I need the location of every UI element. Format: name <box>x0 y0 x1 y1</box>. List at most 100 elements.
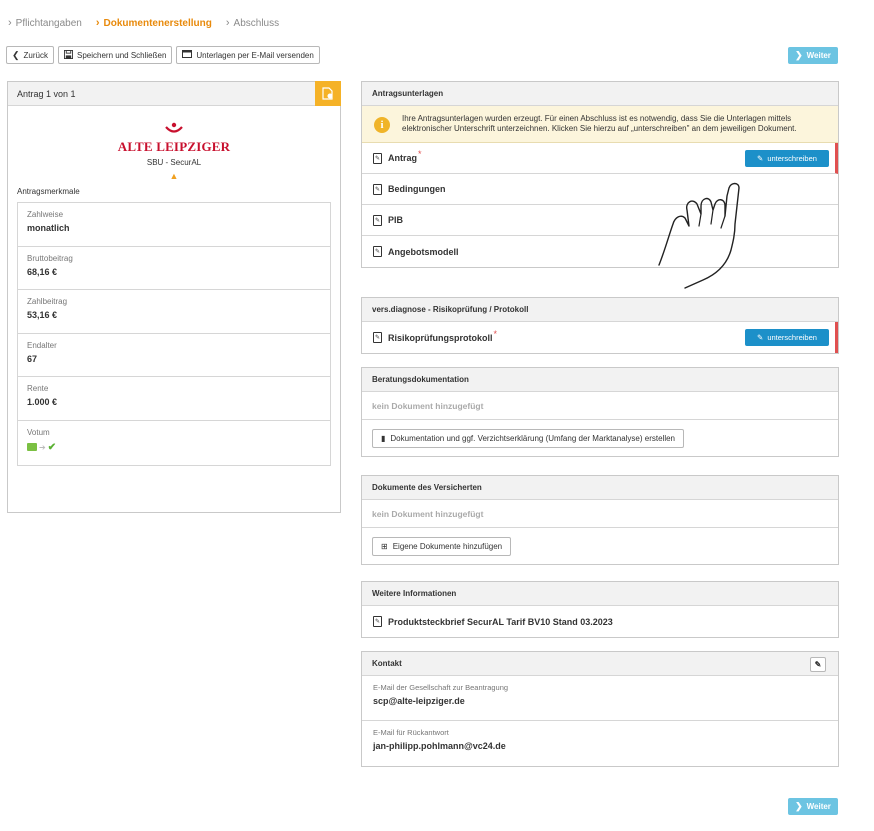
contact-item: E-Mail der Gesellschaft zur Beantragung … <box>362 676 838 721</box>
list-item: Votum ➔ ✔ <box>18 421 330 465</box>
section-label: Antragsmerkmale <box>17 187 80 196</box>
alte-leipziger-mark-icon <box>8 122 340 135</box>
sign-button[interactable]: ✎ unterschreiben <box>745 329 829 346</box>
contact-label: E-Mail der Gesellschaft zur Beantragung <box>373 683 509 692</box>
application-attributes-list: Zahlweise monatlich Bruttobeitrag 68,16 … <box>17 202 331 466</box>
contact-panel: Kontakt ✎ E-Mail der Gesellschaft zur Be… <box>361 651 839 767</box>
button-label: Eigene Dokumente hinzufügen <box>392 541 503 551</box>
required-marker: * <box>418 149 422 159</box>
chevron-right-icon: › <box>225 17 230 29</box>
underwriting-status-icon <box>27 443 37 452</box>
attribute-value: 68,16 € <box>27 266 58 277</box>
attribute-label: Bruttobeitrag <box>27 253 73 263</box>
document-row-antrag[interactable]: ✎ Antrag * ✎ unterschreiben <box>362 143 838 174</box>
documents-icon: ▮ <box>381 433 386 443</box>
panel-title: Beratungsdokumentation <box>362 368 838 392</box>
document-name: Risikoprüfungsprotokoll <box>388 332 493 343</box>
risk-assessment-panel: vers.diagnose - Risikoprüfung / Protokol… <box>361 297 839 354</box>
step-label: Abschluss <box>233 17 280 29</box>
panel-header: Kontakt ✎ <box>362 652 838 676</box>
application-summary-panel: Antrag 1 von 1 ALTE LEIPZIGER SBU - Secu… <box>7 81 341 513</box>
document-edit-icon[interactable] <box>315 81 341 106</box>
warning-icon: ▲ <box>169 171 179 181</box>
attribute-value: 53,16 € <box>27 310 58 321</box>
attribute-value: 67 <box>27 353 38 364</box>
panel-title: vers.diagnose - Risikoprüfung / Protokol… <box>362 298 838 322</box>
pdf-icon: ✎ <box>373 152 382 164</box>
chevron-right-icon: › <box>95 17 100 29</box>
pencil-icon: ✎ <box>814 660 822 669</box>
chevron-right-icon: › <box>8 17 12 29</box>
contact-value: jan-philipp.pohlmann@vc24.de <box>373 741 506 751</box>
action-row: ▮ Dokumentation und ggf. Verzichtserklär… <box>362 420 838 456</box>
list-item: Rente 1.000 € <box>18 377 330 421</box>
consultation-documentation-panel: Beratungsdokumentation kein Dokument hin… <box>361 367 839 457</box>
panel-title: Antragsunterlagen <box>362 82 838 106</box>
panel-header: Antrag 1 von 1 <box>8 81 341 106</box>
attribute-label: Rente <box>27 384 49 394</box>
required-marker: * <box>493 328 498 339</box>
document-row-risikopruefungsprotokoll[interactable]: ✎ Risikoprüfungsprotokoll * ✎ unterschre… <box>362 322 838 353</box>
create-documentation-button[interactable]: ▮ Dokumentation und ggf. Verzichtserklär… <box>372 428 684 448</box>
insured-documents-panel: Dokumente des Versicherten kein Dokument… <box>361 475 839 565</box>
sign-button[interactable]: ✎ unterschreiben <box>745 150 829 167</box>
pdf-icon: ✎ <box>373 332 382 343</box>
step-dokumentenerstellung[interactable]: › Dokumentenerstellung <box>96 17 212 29</box>
add-own-documents-button[interactable]: ⊞ Eigene Dokumente hinzufügen <box>372 536 512 556</box>
next-button-bottom[interactable]: ❯ Weiter <box>788 798 838 815</box>
back-button[interactable]: ❮ Zurück <box>6 46 54 64</box>
pencil-icon: ✎ <box>757 333 764 342</box>
email-documents-button[interactable]: Unterlagen per E-Mail versenden <box>176 46 320 64</box>
hand-pointer-icon <box>651 180 756 292</box>
edit-contact-button[interactable]: ✎ <box>810 657 826 672</box>
document-name: Produktsteckbrief SecurAL Tarif BV10 Sta… <box>388 616 613 627</box>
document-name: Angebotsmodell <box>388 246 459 257</box>
document-row-bedingungen[interactable]: ✎ Bedingungen <box>362 174 838 205</box>
document-name: PIB <box>388 215 404 225</box>
document-row-pib[interactable]: ✎ PIB <box>362 205 838 236</box>
chevron-right-icon: ❯ <box>795 801 803 811</box>
further-information-panel: Weitere Informationen ✎ Produktsteckbrie… <box>361 581 839 638</box>
step-pflichtangaben[interactable]: › Pflichtangaben <box>8 17 82 29</box>
attribute-value: monatlich <box>27 223 70 233</box>
attribute-label: Zahlbeitrag <box>27 297 68 307</box>
back-label: Zurück <box>23 50 48 60</box>
checkmark-icon: ✔ <box>47 441 57 453</box>
next-button-top[interactable]: ❯ Weiter <box>788 47 838 64</box>
document-row-angebotsmodell[interactable]: ✎ Angebotsmodell <box>362 236 838 267</box>
attribute-value: 1.000 € <box>27 397 58 408</box>
step-abschluss[interactable]: › Abschluss <box>226 17 279 29</box>
panel-title: Kontakt <box>372 659 402 668</box>
add-document-icon: ⊞ <box>381 541 388 551</box>
info-icon: i <box>374 117 390 133</box>
step-label: Dokumentenerstellung <box>103 17 212 29</box>
chevron-right-icon: ❯ <box>795 50 803 60</box>
product-name: SBU - SecurAL <box>146 158 202 167</box>
pdf-icon: ✎ <box>373 246 382 257</box>
document-name: Bedingungen <box>388 184 446 194</box>
step-label: Pflichtangaben <box>15 17 82 29</box>
save-close-button[interactable]: Speichern und Schließen <box>58 46 173 64</box>
document-row-produktsteckbrief[interactable]: ✎ Produktsteckbrief SecurAL Tarif BV10 S… <box>362 606 838 637</box>
floppy-disk-icon <box>64 49 73 61</box>
attribute-label: Zahlweise <box>27 210 64 219</box>
info-alert: i Ihre Antragsunterlagen wurden erzeugt.… <box>362 106 838 143</box>
panel-title: Weitere Informationen <box>362 582 838 606</box>
application-documents-panel: Antragsunterlagen i Ihre Antragsunterlag… <box>361 81 839 268</box>
envelope-icon <box>182 50 193 60</box>
list-item: Endalter 67 <box>18 334 330 378</box>
contact-item: E-Mail für Rückantwort jan-philipp.pohlm… <box>362 721 838 766</box>
insurer-name: ALTE LEIPZIGER <box>117 139 231 154</box>
list-item: Zahlweise monatlich <box>18 203 330 247</box>
list-item: Bruttobeitrag 68,16 € <box>18 247 330 291</box>
sign-label: unterschreiben <box>767 333 817 342</box>
pdf-icon: ✎ <box>373 214 382 226</box>
document-name: Antrag <box>388 153 417 163</box>
pdf-icon: ✎ <box>373 616 382 627</box>
contact-value: scp@alte-leipziger.de <box>373 696 465 706</box>
arrow-right-icon: ➔ <box>39 442 46 452</box>
empty-state-text: kein Dokument hinzugefügt <box>362 500 838 528</box>
attribute-label: Votum <box>27 427 50 437</box>
save-label: Speichern und Schließen <box>77 50 167 60</box>
empty-state-text: kein Dokument hinzugefügt <box>362 392 838 420</box>
